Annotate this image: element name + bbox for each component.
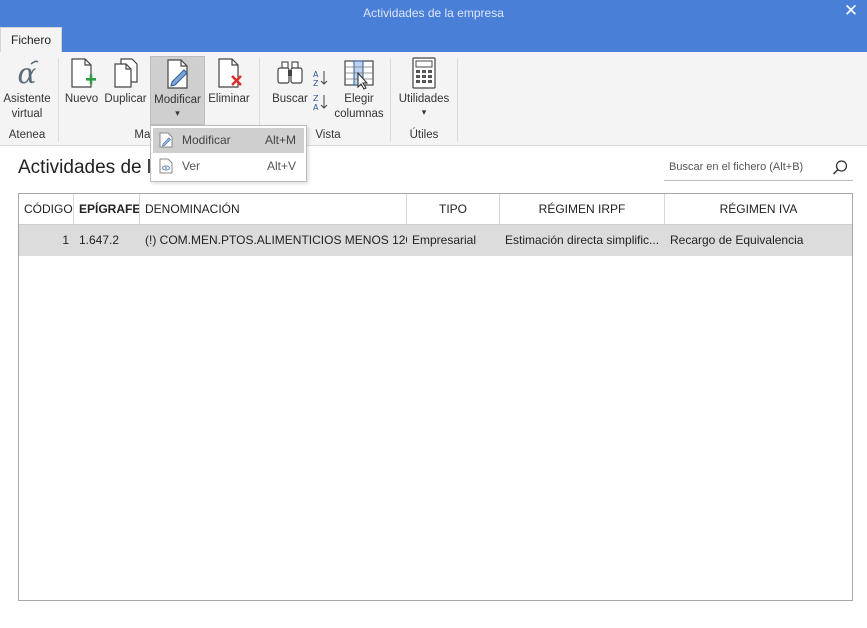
column-header-denominacion[interactable]: DENOMINACIÓN: [140, 194, 407, 224]
edit-document-icon: [166, 59, 188, 89]
table-row[interactable]: 1 1.647.2 (!) COM.MEN.PTOS.ALIMENTICIOS …: [19, 225, 852, 256]
asistente-label-1: Asistente: [3, 93, 51, 105]
grid-header: CÓDIGO EPÍGRAFE DENOMINACIÓN TIPO RÉGIME…: [19, 194, 852, 225]
view-document-icon: [159, 158, 173, 174]
duplicate-icon: [113, 58, 138, 88]
tab-fichero[interactable]: Fichero: [0, 27, 62, 53]
asistente-virtual-button[interactable]: α Asistente virtual: [2, 56, 52, 122]
elegir-label-2: columnas: [334, 108, 384, 120]
elegir-label-1: Elegir: [344, 93, 374, 105]
sort-za-top: Z: [313, 94, 319, 103]
cell-regimen-iva: Recargo de Equivalencia: [670, 233, 804, 247]
column-header-regimen-irpf[interactable]: RÉGIMEN IRPF: [500, 194, 665, 224]
buscar-button[interactable]: Buscar: [272, 56, 308, 107]
duplicar-button[interactable]: Duplicar: [103, 56, 148, 107]
ribbon-separator: [457, 58, 458, 142]
search-box: [664, 155, 853, 181]
cell-epigrafe: 1.647.2: [79, 233, 120, 247]
search-input[interactable]: [664, 155, 824, 179]
group-label-atenea: Atenea: [8, 129, 46, 141]
group-label-vista: Vista: [315, 129, 341, 141]
window-title: Actividades de la empresa: [363, 6, 504, 20]
nuevo-button[interactable]: Nuevo: [63, 56, 100, 107]
close-icon[interactable]: ✕: [841, 1, 861, 23]
modificar-label: Modificar: [154, 94, 201, 106]
nuevo-label: Nuevo: [64, 93, 99, 105]
cell-tipo: Empresarial: [412, 233, 477, 247]
ribbon-separator: [390, 58, 391, 142]
chevron-down-icon: ▾: [175, 108, 180, 118]
utilidades-label: Utilidades: [398, 93, 450, 105]
delete-document-icon: [218, 58, 242, 88]
elegir-columnas-button[interactable]: Elegir columnas: [333, 56, 385, 122]
sort-za-bottom: A: [313, 103, 319, 112]
sort-az-bottom: Z: [313, 79, 319, 88]
ribbon: α Asistente virtual Atenea Nuevo Duplica…: [0, 52, 867, 146]
search-icon[interactable]: [831, 159, 849, 177]
utilidades-button[interactable]: Utilidades ▾: [396, 56, 452, 117]
binoculars-icon: [277, 61, 303, 84]
sort-descending-icon: Z A: [313, 94, 328, 112]
alpha-icon: α: [18, 57, 39, 90]
calculator-icon: [412, 57, 436, 89]
sort-ascending-icon: A Z: [313, 70, 328, 88]
data-grid: CÓDIGO EPÍGRAFE DENOMINACIÓN TIPO RÉGIME…: [18, 193, 853, 601]
column-header-epigrafe[interactable]: EPÍGRAFE: [74, 194, 140, 224]
cell-codigo: 1: [62, 233, 69, 247]
group-label-utiles: Útiles: [409, 129, 439, 141]
column-header-codigo[interactable]: CÓDIGO: [19, 194, 74, 224]
menu-item-label: Ver: [182, 159, 201, 173]
chevron-down-icon: ▾: [421, 107, 427, 117]
cell-regimen-irpf: Estimación directa simplific...: [505, 233, 660, 247]
menu-item-ver[interactable]: Ver Alt+V: [153, 154, 304, 179]
column-header-tipo[interactable]: TIPO: [407, 194, 500, 224]
menu-item-modificar[interactable]: Modificar Alt+M: [153, 128, 304, 153]
modificar-button[interactable]: Modificar ▾: [150, 56, 205, 125]
menu-item-shortcut: Alt+V: [266, 159, 296, 173]
sort-ascending-button[interactable]: A Z: [310, 68, 330, 88]
sort-az-top: A: [313, 70, 319, 79]
new-document-icon: [70, 58, 96, 88]
sort-descending-button[interactable]: Z A: [310, 92, 330, 112]
duplicar-label: Duplicar: [104, 93, 147, 105]
menu-item-shortcut: Alt+M: [264, 133, 296, 147]
eliminar-label: Eliminar: [208, 93, 250, 105]
eliminar-button[interactable]: Eliminar: [207, 56, 251, 107]
title-bar: Actividades de la empresa ✕: [0, 0, 867, 27]
modificar-dropdown-menu: Modificar Alt+M Ver Alt+V: [150, 125, 307, 182]
tab-strip: [0, 27, 867, 52]
buscar-label: Buscar: [272, 93, 308, 105]
page-title: Actividades de l: [18, 157, 152, 178]
column-header-regimen-iva[interactable]: RÉGIMEN IVA: [665, 194, 852, 224]
menu-item-label: Modificar: [182, 133, 231, 147]
edit-document-icon: [159, 132, 173, 148]
cell-denominacion: (!) COM.MEN.PTOS.ALIMENTICIOS MENOS 120.…: [145, 233, 407, 247]
asistente-label-2: virtual: [11, 108, 43, 120]
ribbon-separator: [58, 58, 59, 142]
columns-icon: [344, 60, 374, 90]
